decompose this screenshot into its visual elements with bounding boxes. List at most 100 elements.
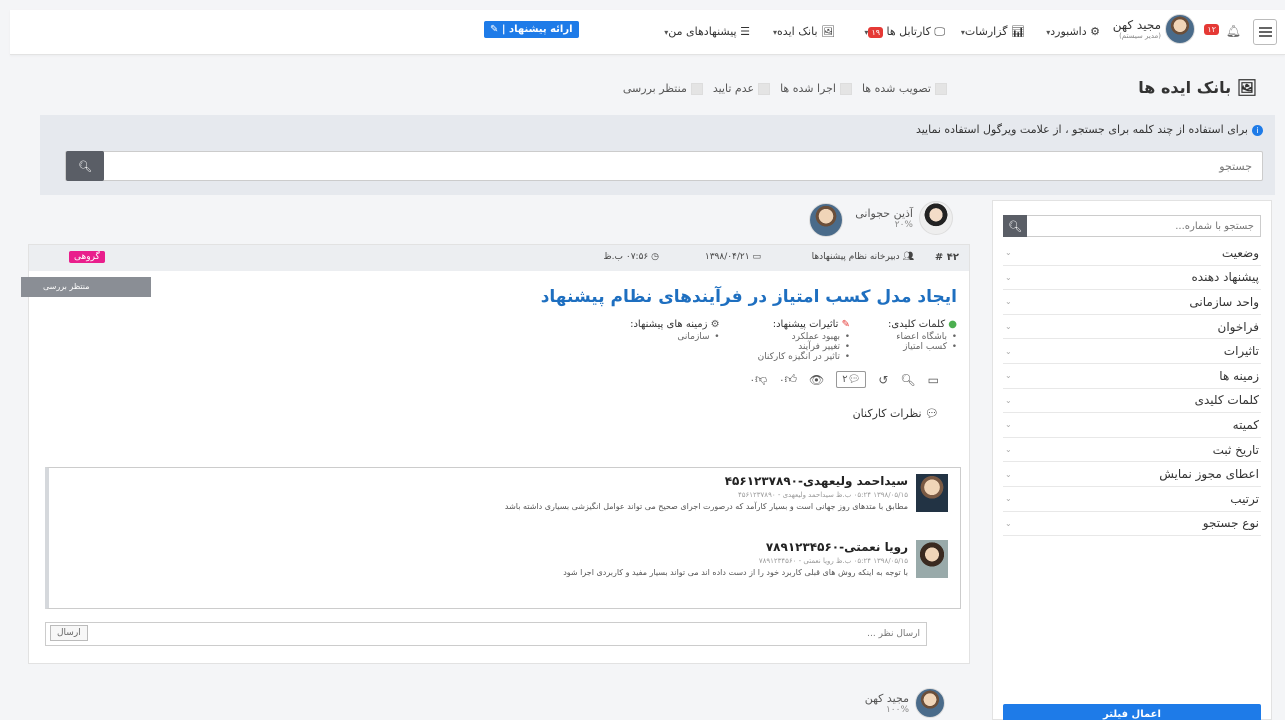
comment-text: با توجه به اینکه روش های قبلی کاربرد خود… — [563, 568, 908, 577]
comment-input[interactable] — [106, 623, 926, 645]
undo-icon[interactable]: ↺ — [878, 373, 888, 387]
status-filter-rejected[interactable]: عدم تایید — [713, 82, 771, 95]
filter-keywords[interactable]: کلمات کلیدی ⌄ — [1003, 389, 1261, 414]
filter-sidebar: 🔍︎ وضعیت ⌄ پیشنهاد دهنده ⌄ واحد سازمانی ⌄ ف… — [992, 200, 1272, 720]
tag-icon: ● — [948, 319, 957, 330]
number-search-button[interactable]: 🔍︎ — [1003, 215, 1027, 237]
filter-impacts[interactable]: تاثیرات ⌄ — [1003, 339, 1261, 364]
idea-proposer[interactable]: آذین حجوانی ۲۰% — [855, 201, 953, 235]
idea-header: ۴۲ # 👥︎ دبیرخانه نظام پیشنهادها ▭ ۱۳۹۸/۰… — [29, 245, 969, 271]
idea-date: ▭ ۱۳۹۸/۰۴/۲۱ — [705, 252, 761, 262]
filter-status[interactable]: وضعیت ⌄ — [1003, 241, 1261, 266]
bell-icon[interactable]: 🔔︎ — [1226, 24, 1241, 38]
top-navbar: 🔔︎ ۱۲ مجید کهن (مدیر سیستم) ⚙ داشبورد▾ 📊… — [10, 10, 1285, 55]
status-filter-label: منتظر بررسی — [622, 82, 687, 95]
comment-text: مطابق با متدهای روز جهانی است و بسیار کا… — [504, 502, 908, 511]
thumbs-up-icon: 👍︎ — [784, 372, 798, 386]
like-button[interactable]: 👍︎۰ — [779, 372, 797, 387]
status-filter-label: اجرا شده ها — [780, 82, 836, 95]
status-filter-pending[interactable]: منتظر بررسی — [623, 82, 703, 95]
filter-proposer[interactable]: پیشنهاد دهنده ⌄ — [1003, 266, 1261, 291]
status-filter-executed[interactable]: اجرا شده ها — [780, 82, 852, 95]
menu-toggle-icon[interactable] — [1253, 19, 1277, 45]
proposer-avatar — [915, 688, 945, 718]
co-proposer-avatar[interactable] — [809, 203, 843, 237]
next-idea-proposer[interactable]: مجید کهن ۱۰۰% — [865, 688, 945, 718]
search-icon[interactable]: 🔍︎ — [900, 373, 915, 387]
apply-filter-button[interactable]: اعمال فیلتر — [1003, 704, 1261, 720]
commenter-name: سیداحمد ولیعهدی-۴۵۶۱۲۳۷۸۹۰ — [724, 474, 908, 488]
image-icon: 🖼︎ — [821, 25, 835, 38]
send-comment-button[interactable]: ارسال — [50, 625, 88, 641]
propose-idea-label: ارائه پیشنهاد — [509, 24, 573, 35]
chevron-down-icon: ⌄ — [1005, 445, 1012, 455]
checkbox[interactable] — [690, 82, 703, 95]
dashboard-icon: ⚙ — [1090, 25, 1100, 38]
user-avatar — [1165, 14, 1195, 44]
filter-org-unit[interactable]: واحد سازمانی ⌄ — [1003, 290, 1261, 315]
search-input[interactable] — [102, 152, 1262, 180]
eye-icon[interactable]: 👁︎ — [809, 373, 824, 387]
nav-reports[interactable]: 📊︎ گزارشات▾ — [961, 25, 1025, 38]
notification-badge[interactable]: ۱۲ — [1204, 24, 1219, 35]
filter-label: نوع جستجو — [1202, 516, 1259, 531]
dislike-button[interactable]: 👎︎۰ — [750, 372, 768, 387]
keyword-item: کسب امتیاز — [888, 342, 957, 352]
comments-toggle-button[interactable]: 💬︎۲ — [836, 371, 867, 388]
calendar-icon[interactable]: ▭ — [928, 373, 939, 387]
filter-fields[interactable]: زمینه ها ⌄ — [1003, 364, 1261, 389]
nav-cartable-label: کارتابل ها — [886, 25, 931, 38]
comments-label: نظرات کارکنان — [852, 407, 922, 420]
nav-cartable[interactable]: 🖵 کارتابل ها ۱۹▾ — [864, 25, 945, 39]
filter-order[interactable]: ترتیب ⌄ — [1003, 487, 1261, 512]
proposer-share: ۱۰۰% — [885, 704, 909, 715]
checkbox[interactable] — [839, 82, 852, 95]
filter-label: اعطای مجوز نمایش — [1159, 467, 1259, 482]
number-search: 🔍︎ — [1003, 215, 1261, 237]
chevron-down-icon: ⌄ — [1005, 272, 1012, 282]
chevron-down-icon: ⌄ — [1005, 248, 1012, 258]
chevron-down-icon: ⌄ — [1005, 518, 1012, 528]
propose-idea-button[interactable]: ارائه پیشنهاد | ✎ — [484, 21, 579, 38]
filter-campaign[interactable]: فراخوان ⌄ — [1003, 315, 1261, 340]
filter-list: وضعیت ⌄ پیشنهاد دهنده ⌄ واحد سازمانی ⌄ فراخ… — [1003, 241, 1261, 537]
filter-display-permission[interactable]: اعطای مجوز نمایش ⌄ — [1003, 462, 1261, 487]
filter-label: پیشنهاد دهنده — [1191, 270, 1259, 285]
impact-item: تغییر فرآیند — [758, 342, 850, 352]
filter-date[interactable]: تاریخ ثبت ⌄ — [1003, 438, 1261, 463]
comment-form: ارسال — [45, 622, 927, 646]
search-button[interactable]: 🔍︎ — [66, 151, 104, 181]
info-icon: i — [1252, 125, 1263, 136]
nav-idea-bank[interactable]: 🖼︎ بانک ایده▾ — [773, 25, 835, 38]
idea-meta: ● کلمات کلیدی: باشگاه اعضاء کسب امتیاز ✎… — [630, 319, 957, 362]
status-filter-approved[interactable]: تصویب شده ها — [862, 82, 947, 95]
pencil-icon: ✎ — [490, 24, 499, 35]
user-name: مجید کهن — [1112, 18, 1161, 32]
commenter-name: رویا نعمتی-۷۸۹۱۲۳۴۵۶۰ — [765, 540, 908, 554]
impacts-title: تاثیرات پیشنهاد: — [772, 319, 839, 330]
chevron-down-icon: ⌄ — [1005, 395, 1012, 405]
comment-item: رویا نعمتی-۷۸۹۱۲۳۴۵۶۰ ۱۳۹۸/۰۵/۱۵ ۰۵:۲۴ ب… — [563, 540, 948, 578]
search-icon: 🔍︎ — [78, 159, 92, 173]
nav-my-ideas[interactable]: ☰ پیشنهادهای من▾ — [664, 25, 750, 38]
chevron-down-icon: ⌄ — [1005, 469, 1012, 479]
commenter-avatar — [916, 540, 948, 578]
filter-committee[interactable]: کمیته ⌄ — [1003, 413, 1261, 438]
comment-meta: ۱۳۹۸/۰۵/۱۵ ۰۵:۲۴ ب.ظ رویا نعمتی - ۷۸۹۱۲۳… — [758, 557, 908, 565]
user-menu[interactable]: مجید کهن (مدیر سیستم) — [1113, 14, 1195, 44]
search-icon: 🔍︎ — [1008, 219, 1022, 233]
comments-section-title: 💬︎ نظرات کارکنان — [853, 407, 939, 420]
nav-dashboard[interactable]: ⚙ داشبورد▾ — [1046, 25, 1100, 38]
commenter-avatar — [916, 474, 948, 512]
fields-column: ⚙ زمینه های پیشنهاد: سازمانی — [630, 319, 720, 362]
filter-search-type[interactable]: نوع جستجو ⌄ — [1003, 512, 1261, 537]
chevron-down-icon: ⌄ — [1005, 420, 1012, 430]
chevron-down-icon: ⌄ — [1005, 297, 1012, 307]
idea-title[interactable]: ایجاد مدل کسب امتیاز در فرآیندهای نظام پ… — [541, 287, 957, 307]
checkbox[interactable] — [935, 82, 947, 95]
number-search-input[interactable] — [1028, 216, 1260, 236]
search-row: 🔍︎ — [65, 151, 1263, 181]
page-title: 🖼︎ بانک ایده ها — [1138, 78, 1257, 97]
checkbox[interactable] — [758, 82, 771, 95]
chevron-down-icon: ⌄ — [1005, 494, 1012, 504]
